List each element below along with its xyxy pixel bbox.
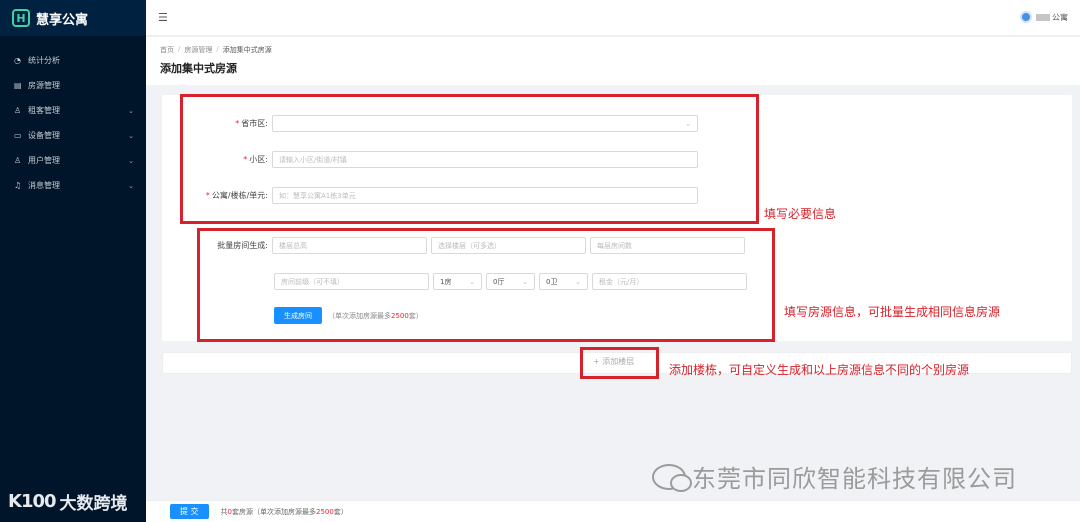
breadcrumb-current: 添加集中式房源 <box>222 46 272 54</box>
sidebar-item-label: 房源管理 <box>28 81 60 90</box>
pie-chart-icon: ◔ <box>14 56 21 65</box>
user-menu[interactable]: 公寓 <box>1020 11 1068 23</box>
annotation-batch: 填写房源信息，可批量生成相同信息房源 <box>784 305 1001 319</box>
sidebar-item-label: 用户管理 <box>28 156 60 165</box>
sidebar-item-label: 租客管理 <box>28 106 60 115</box>
chevron-down-icon: ⌄ <box>128 181 134 190</box>
page-header: 首页 / 房源管理 / 添加集中式房源 添加集中式房源 <box>146 37 1080 85</box>
breadcrumb-home[interactable]: 首页 <box>160 45 174 55</box>
breadcrumb-separator: / <box>178 45 181 53</box>
building-icon: ▤ <box>14 81 22 90</box>
annotation-floor: 添加楼栋，可自定义生成和以上房源信息不同的个别房源 <box>669 363 970 377</box>
app-logo[interactable]: H 慧享公寓 <box>0 0 146 36</box>
breadcrumb-separator: / <box>216 45 219 53</box>
monitor-icon: ▭ <box>14 131 22 140</box>
footer-bar: 提 交 共0套房源（单次添加房源最多2500套） <box>146 500 1080 522</box>
watermark-text: 大数跨境 <box>59 494 128 514</box>
watermark-logo: K100 <box>8 491 57 512</box>
breadcrumb: 首页 / 房源管理 / 添加集中式房源 <box>160 45 1066 55</box>
sidebar-item-label: 设备管理 <box>28 131 60 140</box>
watermark-right: 东莞市同欣智能科技有限公司 <box>652 459 1017 494</box>
menu-fold-icon[interactable]: ☰ <box>158 11 168 24</box>
sidebar-item-users[interactable]: ♙ 用户管理 ⌄ <box>0 148 146 173</box>
breadcrumb-section[interactable]: 房源管理 <box>184 45 212 55</box>
annotation-box-required <box>180 94 759 224</box>
blurred-username <box>1036 13 1050 21</box>
user-icon: ♙ <box>14 106 22 115</box>
sidebar-menu: ◔ 统计分析 ▤ 房源管理 ♙ 租客管理 ⌄ ▭ 设备管理 ⌄ ♙ 用户管理 ⌄… <box>0 48 146 198</box>
sidebar-item-housing[interactable]: ▤ 房源管理 <box>0 73 146 98</box>
annotation-box-batch <box>197 228 775 342</box>
watermark-company: 东莞市同欣智能科技有限公司 <box>692 465 1017 493</box>
wechat-icon <box>652 463 692 492</box>
avatar <box>1020 11 1032 23</box>
annotation-required: 填写必要信息 <box>764 207 837 221</box>
sidebar-item-tenants[interactable]: ♙ 租客管理 ⌄ <box>0 98 146 123</box>
sidebar-item-statistics[interactable]: ◔ 统计分析 <box>0 48 146 73</box>
app-name: 慧享公寓 <box>36 12 89 28</box>
chevron-down-icon: ⌄ <box>128 131 134 140</box>
watermark-left: K100 大数跨境 <box>8 489 128 514</box>
sidebar-item-label: 统计分析 <box>28 56 60 65</box>
user-icon: ♙ <box>14 156 22 165</box>
bell-icon: ♫ <box>14 181 22 190</box>
chevron-down-icon: ⌄ <box>128 106 134 115</box>
sidebar-item-label: 消息管理 <box>28 181 60 190</box>
chevron-down-icon: ⌄ <box>128 156 134 165</box>
submit-button[interactable]: 提 交 <box>170 504 209 519</box>
sidebar-item-messages[interactable]: ♫ 消息管理 ⌄ <box>0 173 146 198</box>
page-title: 添加集中式房源 <box>160 62 237 75</box>
sidebar: H 慧享公寓 ◔ 统计分析 ▤ 房源管理 ♙ 租客管理 ⌄ ▭ 设备管理 ⌄ ♙… <box>0 0 146 522</box>
topbar: ☰ 公寓 <box>146 0 1080 36</box>
annotation-box-floor <box>580 347 659 379</box>
footer-summary: 共0套房源（单次添加房源最多2500套） <box>220 507 348 516</box>
logo-icon: H <box>12 9 30 27</box>
user-name: 公寓 <box>1052 12 1068 22</box>
sidebar-item-devices[interactable]: ▭ 设备管理 ⌄ <box>0 123 146 148</box>
